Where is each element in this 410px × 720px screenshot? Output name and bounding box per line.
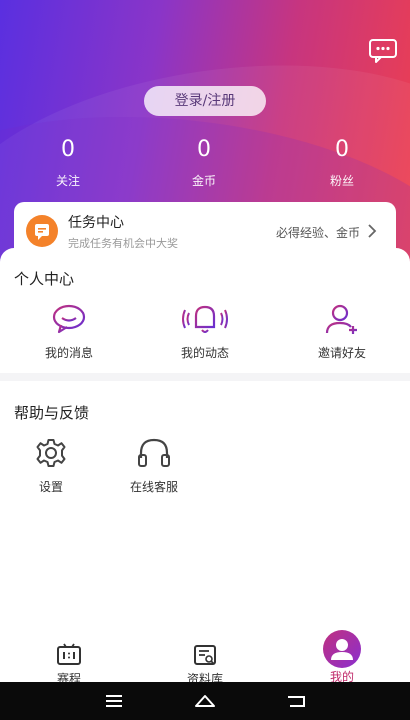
item-label: 设置: [38, 480, 63, 494]
invite-friends-item[interactable]: 邀请好友: [292, 302, 392, 361]
task-reward: 必得经验、金币: [275, 226, 360, 240]
system-nav-bar: [0, 682, 410, 720]
stat-fans[interactable]: 0 粉丝: [297, 136, 387, 189]
tab-schedule[interactable]: 赛程: [19, 636, 119, 687]
item-label: 我的消息: [44, 346, 93, 360]
section-title-personal: 个人中心: [14, 270, 75, 288]
section-title-help: 帮助与反馈: [14, 404, 90, 422]
section-divider: [0, 373, 410, 381]
database-icon: [194, 645, 216, 665]
login-register-button[interactable]: 登录/注册: [144, 86, 266, 116]
stat-value: 0: [61, 137, 75, 162]
item-label: 我的动态: [180, 346, 229, 360]
chat-bubble-icon: [52, 304, 86, 334]
online-support-item[interactable]: 在线客服: [104, 436, 204, 495]
home-icon[interactable]: [193, 691, 217, 711]
settings-item[interactable]: 设置: [1, 436, 101, 495]
gear-icon: [36, 439, 66, 467]
bell-icon: [182, 305, 228, 333]
scoreboard-icon: [57, 643, 81, 665]
stat-value: 0: [197, 137, 211, 162]
stat-following[interactable]: 0 关注: [23, 136, 113, 189]
stat-coins[interactable]: 0 金币: [159, 136, 249, 189]
task-icon: [26, 215, 58, 247]
back-icon[interactable]: [284, 691, 308, 711]
avatar-icon: [323, 630, 361, 668]
stat-label: 粉丝: [329, 174, 354, 188]
bottom-tab-bar: 赛程 资料库 我的: [0, 630, 410, 686]
task-title: 任务中心: [68, 215, 124, 231]
menu-icon[interactable]: [102, 691, 126, 711]
headset-icon: [138, 438, 170, 467]
item-label: 在线客服: [129, 480, 178, 494]
my-dynamics-item[interactable]: 我的动态: [155, 302, 255, 361]
tab-database[interactable]: 资料库: [155, 636, 255, 687]
item-label: 邀请好友: [317, 346, 366, 360]
tab-mine[interactable]: 我的: [292, 630, 392, 685]
chevron-right-icon: [368, 224, 377, 238]
stat-label: 关注: [55, 174, 80, 188]
message-icon[interactable]: [368, 38, 398, 64]
stat-label: 金币: [191, 174, 216, 188]
my-messages-item[interactable]: 我的消息: [19, 302, 119, 361]
add-user-icon: [325, 304, 357, 334]
stat-value: 0: [335, 137, 349, 162]
